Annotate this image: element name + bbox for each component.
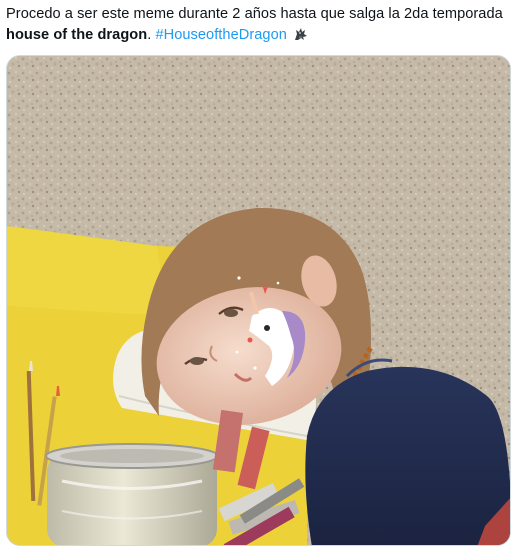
tweet-text-bold: house of the dragon xyxy=(6,27,148,43)
tweet-text: Procedo a ser este meme durante 2 años h… xyxy=(6,4,511,46)
tweet-text-period: . xyxy=(147,27,152,43)
tweet-text-line1: Procedo a ser este meme durante 2 años h… xyxy=(6,6,503,22)
dragon-emoji-icon xyxy=(293,26,310,42)
hashtag-link[interactable]: #HouseoftheDragon xyxy=(155,27,286,43)
meme-photo[interactable] xyxy=(6,55,511,546)
